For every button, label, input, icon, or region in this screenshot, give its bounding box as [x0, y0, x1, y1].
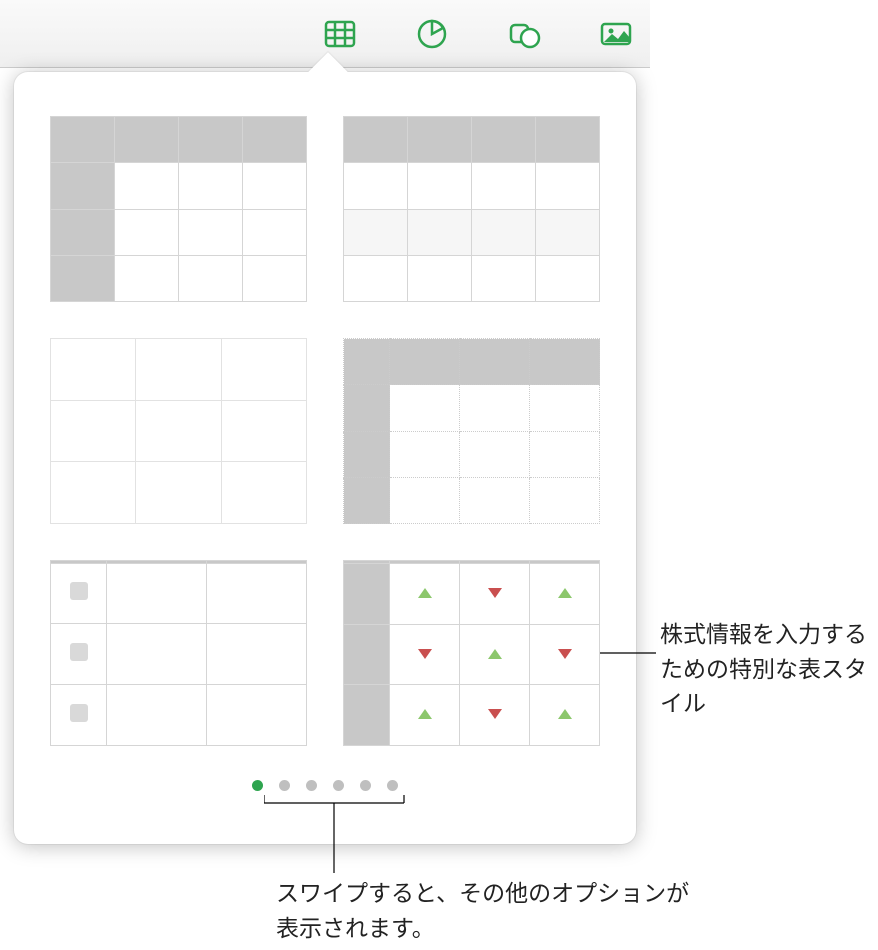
page-dot-2[interactable]: [279, 780, 290, 791]
checkbox-icon: [70, 582, 88, 600]
media-icon: [598, 16, 634, 52]
up-arrow-icon: [558, 588, 572, 598]
page-indicator[interactable]: [50, 780, 600, 791]
page-dot-4[interactable]: [333, 780, 344, 791]
page-dot-6[interactable]: [387, 780, 398, 791]
down-arrow-icon: [418, 649, 432, 659]
table-icon: [322, 16, 358, 52]
page-dot-3[interactable]: [306, 780, 317, 791]
up-arrow-icon: [418, 709, 432, 719]
down-arrow-icon: [558, 649, 572, 659]
table-style-header-row-striped[interactable]: [343, 116, 600, 302]
insert-shape-button[interactable]: [502, 12, 546, 56]
table-style-header-inset[interactable]: [343, 338, 600, 524]
callout-stock-style: 株式情報を入力するための特別な表スタイル: [660, 617, 870, 721]
table-styles-popover: [14, 72, 636, 844]
up-arrow-icon: [558, 709, 572, 719]
page-dot-1[interactable]: [252, 780, 263, 791]
table-style-checklist[interactable]: [50, 560, 307, 746]
insert-chart-button[interactable]: [410, 12, 454, 56]
table-style-plain[interactable]: [50, 338, 307, 524]
page-dot-5[interactable]: [360, 780, 371, 791]
checkbox-icon: [70, 704, 88, 722]
down-arrow-icon: [488, 588, 502, 598]
insert-media-button[interactable]: [594, 12, 638, 56]
chart-icon: [414, 16, 450, 52]
shape-icon: [506, 16, 542, 52]
table-style-header-row-col[interactable]: [50, 116, 307, 302]
insert-table-button[interactable]: [318, 12, 362, 56]
down-arrow-icon: [488, 709, 502, 719]
table-styles-grid: [50, 116, 600, 746]
callout-swipe-hint: スワイプすると、その他のオプションが表示されます。: [276, 876, 696, 945]
checkbox-icon: [70, 643, 88, 661]
up-arrow-icon: [488, 649, 502, 659]
table-style-stock[interactable]: [343, 560, 600, 746]
up-arrow-icon: [418, 588, 432, 598]
